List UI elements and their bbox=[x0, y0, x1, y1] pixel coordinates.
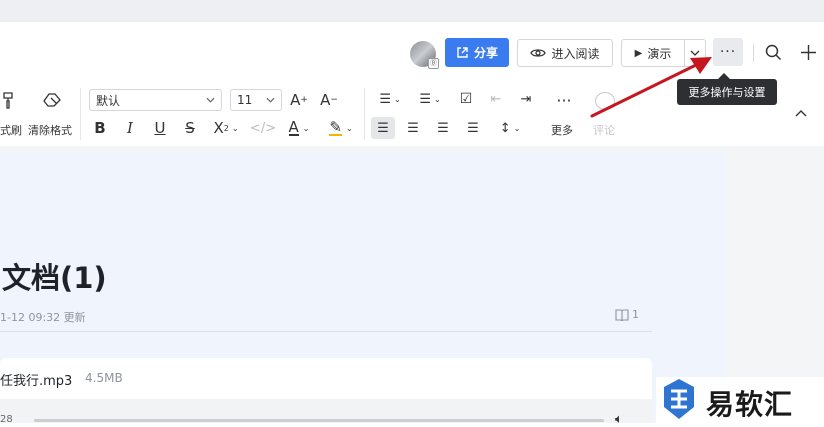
avatar-badge-icon: Ⓑ bbox=[428, 58, 439, 69]
header-divider bbox=[753, 44, 754, 62]
font-color-icon[interactable]: A ⌄ bbox=[282, 118, 316, 138]
outdent-icon[interactable]: ⇤ bbox=[486, 89, 506, 109]
toolbar-divider bbox=[80, 88, 81, 140]
justify-icon[interactable]: ☰ bbox=[463, 118, 483, 138]
share-button[interactable]: 分享 bbox=[445, 38, 509, 67]
book-icon bbox=[615, 309, 629, 321]
search-icon[interactable] bbox=[765, 44, 782, 61]
decrease-font-icon[interactable]: A − bbox=[318, 89, 340, 111]
watermark-logo-icon bbox=[664, 379, 694, 419]
font-size-select[interactable]: 11 bbox=[230, 89, 282, 111]
underline-icon[interactable]: U bbox=[150, 118, 170, 138]
watermark-text: 易软汇 bbox=[706, 388, 794, 421]
more-label: 更多 bbox=[551, 124, 573, 137]
read-count: 1 bbox=[632, 308, 639, 321]
line-spacing-icon[interactable]: ↕ ⌄ bbox=[494, 118, 526, 138]
document-meta-time: 1-12 09:32 更新 bbox=[0, 311, 86, 324]
inline-code-icon[interactable]: </> bbox=[250, 118, 276, 138]
checklist-icon[interactable]: ☑ bbox=[456, 89, 476, 109]
align-left-icon: ☰ bbox=[377, 120, 389, 136]
clear-format-label: 清除格式 bbox=[28, 124, 72, 137]
share-label: 分享 bbox=[473, 46, 498, 60]
indent-icon[interactable]: ⇥ bbox=[516, 89, 536, 109]
strikethrough-icon[interactable]: S bbox=[180, 118, 200, 138]
more-formatting-icon[interactable]: ··· bbox=[552, 90, 576, 110]
bullet-list-icon[interactable]: ☰ ⌄ bbox=[374, 89, 406, 109]
numbered-list-icon[interactable]: ☰ ⌄ bbox=[414, 89, 446, 109]
increase-font-icon[interactable]: A + bbox=[288, 89, 310, 111]
format-painter-icon[interactable] bbox=[0, 90, 18, 110]
bold-icon[interactable]: B bbox=[90, 118, 110, 138]
add-icon[interactable] bbox=[800, 44, 817, 61]
meta-divider bbox=[0, 331, 652, 332]
superscript-icon[interactable]: X 2 ⌄ bbox=[210, 118, 242, 138]
align-center-icon[interactable]: ☰ bbox=[403, 118, 423, 138]
align-right-icon[interactable]: ☰ bbox=[433, 118, 453, 138]
volume-icon[interactable]: 🔈︎ bbox=[615, 412, 623, 427]
annotation-arrow bbox=[590, 57, 712, 118]
eye-icon bbox=[530, 49, 547, 57]
italic-icon[interactable]: I bbox=[120, 118, 140, 138]
font-size-value: 11 bbox=[237, 93, 253, 107]
document-title[interactable]: 文档(1) bbox=[2, 255, 107, 297]
audio-time: 28 bbox=[0, 414, 13, 425]
window-top-strip bbox=[0, 0, 824, 22]
toolbar-divider bbox=[364, 88, 365, 140]
attachment-size: 4.5MB bbox=[85, 371, 123, 385]
watermark-logo: 易软汇 bbox=[656, 377, 824, 423]
collapse-toolbar-icon[interactable] bbox=[795, 109, 807, 117]
eraser-icon[interactable] bbox=[40, 90, 64, 110]
chevron-down-icon bbox=[206, 97, 215, 103]
font-family-value: 默认 bbox=[96, 93, 121, 108]
format-painter-label: 式刷 bbox=[0, 124, 22, 137]
share-icon bbox=[457, 47, 468, 58]
chevron-down-icon bbox=[266, 97, 275, 103]
audio-progress-track[interactable] bbox=[34, 419, 604, 422]
highlight-icon[interactable]: ✎ ⌄ bbox=[324, 118, 358, 138]
attachment-name: 任我行.mp3 bbox=[0, 374, 73, 389]
font-family-select[interactable]: 默认 bbox=[89, 89, 222, 111]
